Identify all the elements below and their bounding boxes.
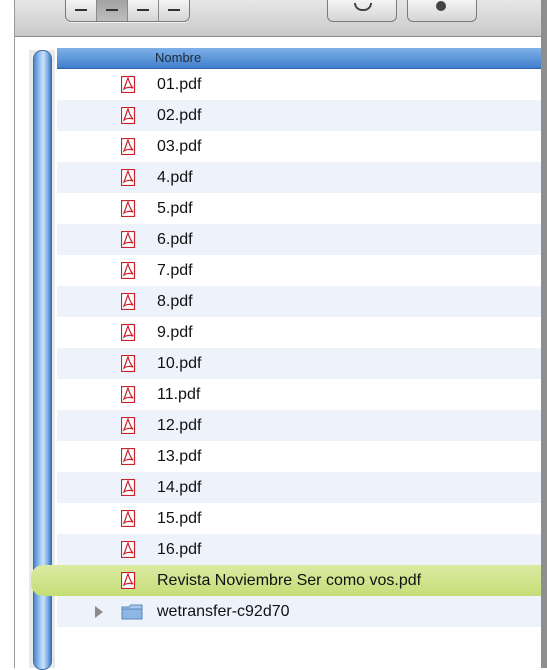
pdf-icon — [121, 200, 136, 217]
list-view-button[interactable] — [97, 0, 128, 21]
file-row[interactable]: 9.pdf — [57, 317, 541, 348]
file-name: 12.pdf — [157, 417, 202, 434]
file-row[interactable]: Revista Noviembre Ser como vos.pdf — [31, 565, 541, 596]
file-row[interactable]: 11.pdf — [57, 379, 541, 410]
file-row[interactable]: 16.pdf — [57, 534, 541, 565]
window-right-edge — [541, 0, 547, 668]
file-name: 14.pdf — [157, 479, 202, 496]
pdf-icon — [121, 169, 136, 186]
column-header-label: Nombre — [155, 50, 202, 65]
file-row[interactable]: 7.pdf — [57, 255, 541, 286]
disclosure-triangle-icon[interactable] — [95, 606, 103, 618]
action-button[interactable] — [407, 0, 477, 22]
file-row[interactable]: 5.pdf — [57, 193, 541, 224]
file-row[interactable]: 03.pdf — [57, 131, 541, 162]
file-name: 11.pdf — [157, 386, 201, 403]
file-name: 01.pdf — [157, 76, 202, 93]
gear-icon — [436, 1, 446, 11]
file-list: Nombre 01.pdf 02.pdf 03.pdf 4.pdf 5.pdf 6.pdf… — [15, 37, 541, 670]
pdf-icon — [121, 138, 136, 155]
pdf-icon — [121, 541, 136, 558]
file-row[interactable]: 12.pdf — [57, 410, 541, 441]
finder-window: Nombre 01.pdf 02.pdf 03.pdf 4.pdf 5.pdf 6.pdf… — [14, 0, 547, 670]
toolbar — [15, 0, 547, 37]
file-row[interactable]: 02.pdf — [57, 100, 541, 131]
file-name: 16.pdf — [157, 541, 202, 558]
pdf-icon — [121, 324, 136, 341]
eye-icon — [354, 3, 372, 11]
file-row[interactable]: 10.pdf — [57, 348, 541, 379]
file-name: 5.pdf — [157, 200, 193, 217]
coverflow-view-button[interactable] — [159, 0, 189, 21]
file-row[interactable]: 13.pdf — [57, 441, 541, 472]
pdf-icon — [121, 572, 136, 589]
pdf-icon — [121, 262, 136, 279]
file-name: 4.pdf — [157, 169, 193, 186]
pdf-icon — [121, 107, 136, 124]
icon-view-button[interactable] — [66, 0, 97, 21]
pdf-icon — [121, 417, 136, 434]
file-row[interactable]: 14.pdf — [57, 472, 541, 503]
file-name: 15.pdf — [157, 510, 202, 527]
pdf-icon — [121, 448, 136, 465]
folder-name: wetransfer-c92d70 — [157, 603, 290, 620]
file-name: 13.pdf — [157, 448, 202, 465]
file-name: 6.pdf — [157, 231, 193, 248]
pdf-icon — [121, 293, 136, 310]
folder-icon — [121, 604, 143, 620]
file-rows: 01.pdf 02.pdf 03.pdf 4.pdf 5.pdf 6.pdf 7.pdf 8.… — [31, 69, 541, 627]
column-view-button[interactable] — [128, 0, 159, 21]
file-row[interactable]: 6.pdf — [57, 224, 541, 255]
file-name: 7.pdf — [157, 262, 193, 279]
folder-row[interactable]: wetransfer-c92d70 — [57, 596, 541, 627]
quick-look-button[interactable] — [327, 0, 397, 22]
file-row[interactable]: 15.pdf — [57, 503, 541, 534]
file-row[interactable]: 8.pdf — [57, 286, 541, 317]
file-name: 03.pdf — [157, 138, 202, 155]
pdf-icon — [121, 510, 136, 527]
file-name: 9.pdf — [157, 324, 193, 341]
file-name: 10.pdf — [157, 355, 202, 372]
file-name: Revista Noviembre Ser como vos.pdf — [157, 572, 422, 589]
view-mode-segmented-control[interactable] — [65, 0, 190, 22]
file-name: 02.pdf — [157, 107, 202, 124]
pdf-icon — [121, 231, 136, 248]
pdf-icon — [121, 355, 136, 372]
file-row[interactable]: 01.pdf — [57, 69, 541, 100]
file-row[interactable]: 4.pdf — [57, 162, 541, 193]
column-header-name[interactable]: Nombre — [57, 48, 541, 69]
pdf-icon — [121, 479, 136, 496]
pdf-icon — [121, 386, 136, 403]
pdf-icon — [121, 76, 136, 93]
file-name: 8.pdf — [157, 293, 193, 310]
